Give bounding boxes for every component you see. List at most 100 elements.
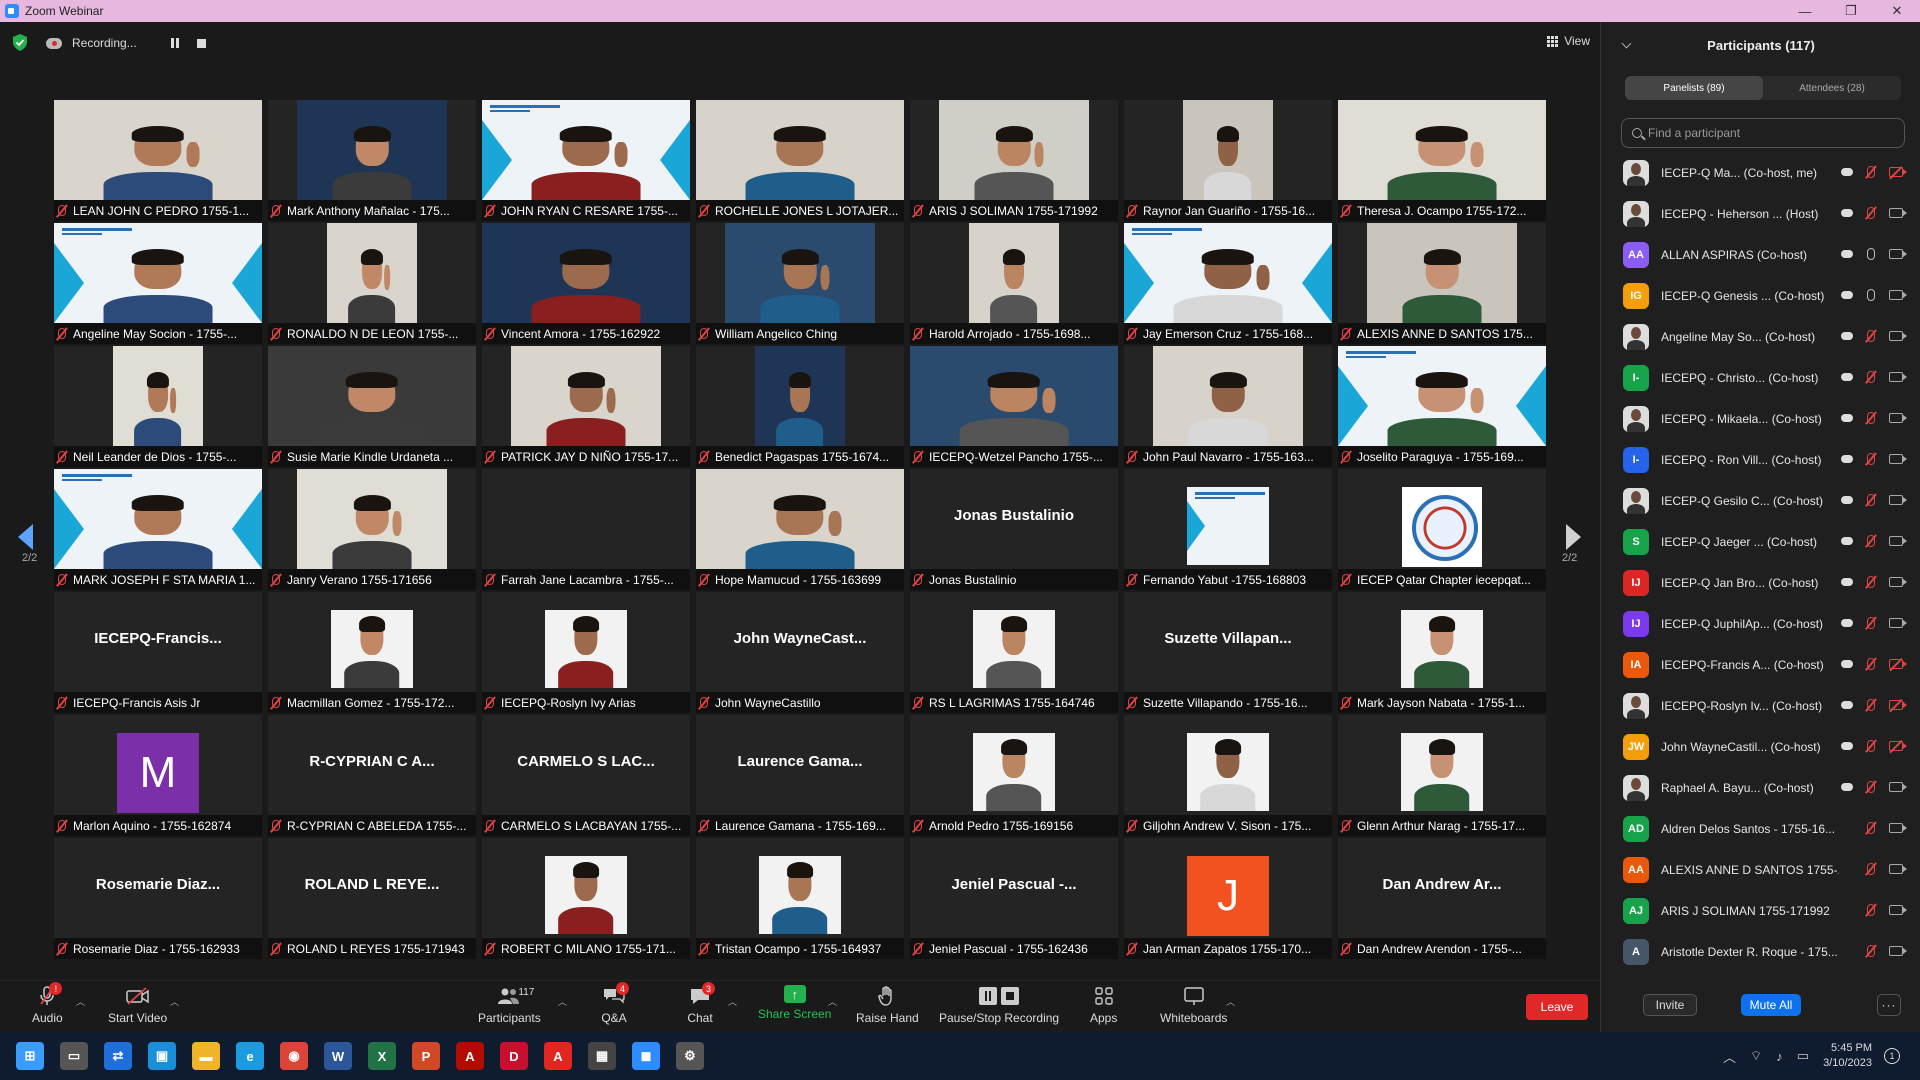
video-camera-icon[interactable] [1889,495,1907,505]
video-tile[interactable]: Janry Verano 1755-171656 [268,469,476,590]
video-tile[interactable]: Hope Mamucud - 1755-163699 [696,469,904,590]
video-tile[interactable]: Vincent Amora - 1755-162922 [482,223,690,344]
microphone-icon[interactable] [1867,289,1875,301]
video-tile[interactable]: Susie Marie Kindle Urdaneta ... [268,346,476,467]
video-camera-icon[interactable] [1889,290,1907,300]
stop-recording-icon[interactable] [196,38,206,48]
microphone-muted-icon[interactable] [1867,904,1875,916]
microphone-muted-icon[interactable] [1867,494,1875,506]
video-camera-icon[interactable] [1889,208,1907,218]
microphone-muted-icon[interactable] [1867,781,1875,793]
taskbar-app-pdf-icon[interactable]: A [456,1042,484,1070]
video-tile[interactable]: MARK JOSEPH F STA MARIA 1... [54,469,262,590]
microphone-muted-icon[interactable] [1867,207,1875,219]
participant-row[interactable]: IECEP-Q Gesilo C... (Co-host) [1601,480,1920,521]
microphone-muted-icon[interactable] [1867,330,1875,342]
taskbar-app-settings-icon[interactable]: ⚙ [676,1042,704,1070]
participants-options-caret-icon[interactable]: ︿ [558,995,567,1008]
microphone-muted-icon[interactable] [1867,945,1875,957]
video-camera-icon[interactable] [1889,946,1907,956]
share-screen-button[interactable]: ↑ Share Screen [758,985,831,1031]
participant-row[interactable]: AD Aldren Delos Santos - 1755-16... [1601,808,1920,849]
view-button[interactable]: View [1547,34,1590,48]
video-tile[interactable]: Benedict Pagaspas 1755-1674... [696,346,904,467]
video-tile[interactable]: IECEPQ-Francis... IECEPQ-Francis Asis Jr [54,592,262,713]
video-tile[interactable]: J Jan Arman Zapatos 1755-170... [1124,838,1332,959]
video-tile[interactable]: ALEXIS ANNE D SANTOS 175... [1338,223,1546,344]
video-tile[interactable]: ROLAND L REYE... ROLAND L REYES 1755-1719… [268,838,476,959]
microphone-muted-icon[interactable] [1867,412,1875,424]
participant-row[interactable]: S IECEP-Q Jaeger ... (Co-host) [1601,521,1920,562]
video-tile[interactable]: R-CYPRIAN C A... R-CYPRIAN C ABELEDA 1755… [268,715,476,836]
video-tile[interactable]: Glenn Arthur Narag - 1755-17... [1338,715,1546,836]
video-tile[interactable]: Macmillan Gomez - 1755-172... [268,592,476,713]
security-shield-icon[interactable] [12,34,28,51]
microphone-muted-icon[interactable] [1867,576,1875,588]
participant-row[interactable]: IA IECEPQ-Francis A... (Co-host) [1601,644,1920,685]
taskbar-app-chrome-icon[interactable]: ◉ [280,1042,308,1070]
video-camera-icon[interactable] [1889,372,1907,382]
taskbar-app-calculator-icon[interactable]: ▦ [588,1042,616,1070]
microphone-muted-icon[interactable] [1867,371,1875,383]
video-tile[interactable]: Fernando Yabut -1755-168803 [1124,469,1332,590]
audio-options-caret-icon[interactable]: ︿ [76,995,85,1008]
notification-count[interactable]: 1 [1884,1048,1900,1064]
taskbar-app-zoom-icon[interactable]: ◼ [632,1042,660,1070]
whiteboards-options-caret-icon[interactable]: ︿ [1226,995,1235,1008]
video-tile[interactable]: RONALDO N DE LEON 1755-... [268,223,476,344]
video-camera-icon[interactable] [1889,618,1907,628]
video-off-icon[interactable] [1889,167,1907,177]
share-options-caret-icon[interactable]: ︿ [828,995,837,1008]
pause-stop-recording-button[interactable]: Pause/Stop Recording [939,985,1059,1031]
video-tile[interactable]: IECEPQ-Roslyn Ivy Arias [482,592,690,713]
video-tile[interactable]: ROBERT C MILANO 1755-171... [482,838,690,959]
qa-button[interactable]: 4 Q&A [601,982,629,1031]
tab-panelists[interactable]: Panelists (89) [1625,76,1763,100]
video-tile[interactable]: Mark Jayson Nabata - 1755-1... [1338,592,1546,713]
participant-row[interactable]: IECEPQ - Mikaela... (Co-host) [1601,398,1920,439]
pause-recording-icon[interactable] [170,38,179,48]
microphone-muted-icon[interactable] [1867,617,1875,629]
video-camera-icon[interactable] [1889,413,1907,423]
video-tile[interactable]: Jonas Bustalinio Jonas Bustalinio [910,469,1118,590]
video-tile[interactable]: M Marlon Aquino - 1755-162874 [54,715,262,836]
video-tile[interactable]: Dan Andrew Ar... Dan Andrew Arendon - 175… [1338,838,1546,959]
participant-row[interactable]: JW John WayneCastil... (Co-host) [1601,726,1920,767]
microphone-icon[interactable] [1867,248,1875,260]
maximize-button[interactable]: ❐ [1828,0,1874,22]
video-tile[interactable]: Rosemarie Diaz... Rosemarie Diaz - 1755-1… [54,838,262,959]
video-camera-icon[interactable] [1889,454,1907,464]
participant-row[interactable]: IJ IECEP-Q JuphilAp... (Co-host) [1601,603,1920,644]
taskbar-app-excel-icon[interactable]: X [368,1042,396,1070]
participant-row[interactable]: IECEPQ - Heherson ... (Host) [1601,193,1920,234]
video-tile[interactable]: Jeniel Pascual -... Jeniel Pascual - 1755… [910,838,1118,959]
next-page-arrow-icon[interactable] [1562,522,1582,552]
tab-attendees[interactable]: Attendees (28) [1763,76,1901,100]
video-camera-icon[interactable] [1889,577,1907,587]
raise-hand-button[interactable]: Raise Hand [856,985,919,1031]
close-button[interactable]: ✕ [1874,0,1920,22]
participant-row[interactable]: IJ IECEP-Q Jan Bro... (Co-host) [1601,562,1920,603]
start-video-button[interactable]: Start Video [108,985,167,1031]
video-tile[interactable]: Mark Anthony Mañalac - 175... [268,100,476,221]
invite-button[interactable]: Invite [1643,994,1697,1016]
video-tile[interactable]: Laurence Gama... Laurence Gamana - 1755-1… [696,715,904,836]
participant-row[interactable]: IECEPQ-Roslyn Iv... (Co-host) [1601,685,1920,726]
taskbar-app-task-view-icon[interactable]: ▭ [60,1042,88,1070]
video-tile[interactable]: JOHN RYAN C RESARE 1755-... [482,100,690,221]
video-tile[interactable]: Raynor Jan Guariño - 1755-16... [1124,100,1332,221]
audio-button[interactable]: ! Audio [32,982,63,1031]
microphone-muted-icon[interactable] [1867,822,1875,834]
microphone-muted-icon[interactable] [1867,740,1875,752]
collapse-panel-chevron-icon[interactable] [1621,38,1632,49]
taskbar-app-windows-start-icon[interactable]: ⊞ [16,1042,44,1070]
taskbar-app-edge-icon[interactable]: e [236,1042,264,1070]
video-camera-icon[interactable] [1889,782,1907,792]
participant-row[interactable]: Angeline May So... (Co-host) [1601,316,1920,357]
video-camera-icon[interactable] [1889,249,1907,259]
apps-button[interactable]: Apps [1090,985,1117,1031]
microphone-muted-icon[interactable] [1867,453,1875,465]
video-camera-icon[interactable] [1889,905,1907,915]
video-tile[interactable]: RS L LAGRIMAS 1755-164746 [910,592,1118,713]
participants-button[interactable]: 117 Participants [478,985,541,1031]
